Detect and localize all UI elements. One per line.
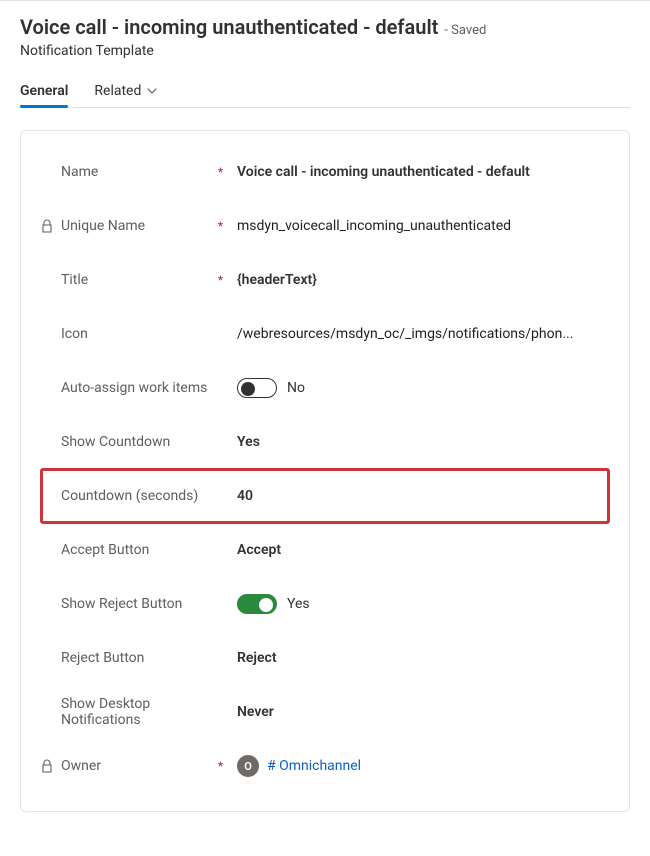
field-label: Name <box>61 164 210 180</box>
avatar: O <box>237 755 259 777</box>
field-value: msdyn_voicecall_incoming_unauthenticated <box>237 218 609 234</box>
field-name[interactable]: Name * Voice call - incoming unauthentic… <box>41 145 609 199</box>
tab-label: Related <box>94 83 141 99</box>
field-value: Yes <box>237 594 609 614</box>
required-indicator: * <box>218 273 223 287</box>
field-value: {headerText} <box>237 272 609 288</box>
toggle-label: No <box>287 380 305 396</box>
tab-related[interactable]: Related <box>94 79 157 107</box>
field-value: 40 <box>237 488 609 504</box>
chevron-down-icon <box>147 88 157 94</box>
tab-general[interactable]: General <box>20 79 68 107</box>
field-label: Title <box>61 272 210 288</box>
field-icon[interactable]: Icon /webresources/msdyn_oc/_imgs/notifi… <box>41 307 609 361</box>
required-indicator: * <box>218 165 223 179</box>
field-value: Yes <box>237 434 609 450</box>
toggle-label: Yes <box>287 596 310 612</box>
field-value: /webresources/msdyn_oc/_imgs/notificatio… <box>237 326 609 342</box>
field-label: Reject Button <box>61 650 223 666</box>
field-label: Owner <box>61 758 210 774</box>
tab-bar: General Related <box>20 79 630 108</box>
field-label: Accept Button <box>61 542 223 558</box>
owner-link[interactable]: # Omnichannel <box>267 758 361 774</box>
required-indicator: * <box>218 759 223 773</box>
field-auto-assign[interactable]: Auto-assign work items No <box>41 361 609 415</box>
toggle-auto-assign[interactable] <box>237 378 277 398</box>
field-accept-button[interactable]: Accept Button Accept <box>41 523 609 577</box>
page-header: Voice call - incoming unauthenticated - … <box>20 15 630 39</box>
field-label: Show Reject Button <box>61 596 223 612</box>
owner-chip[interactable]: O # Omnichannel <box>237 755 361 777</box>
toggle-show-reject[interactable] <box>237 594 277 614</box>
lock-icon <box>41 759 55 773</box>
field-value: Voice call - incoming unauthenticated - … <box>237 164 609 180</box>
field-value: Reject <box>237 650 609 666</box>
field-label: Countdown (seconds) <box>61 488 223 504</box>
page-subtitle: Notification Template <box>20 43 630 59</box>
field-value: Accept <box>237 542 609 558</box>
field-unique-name[interactable]: Unique Name * msdyn_voicecall_incoming_u… <box>41 199 609 253</box>
page-root: Voice call - incoming unauthenticated - … <box>0 0 650 830</box>
field-title[interactable]: Title * {headerText} <box>41 253 609 307</box>
field-value: Never <box>237 704 609 720</box>
field-label: Auto-assign work items <box>61 380 223 396</box>
field-show-reject[interactable]: Show Reject Button Yes <box>41 577 609 631</box>
saved-indicator: - Saved <box>444 23 486 38</box>
form-card: Name * Voice call - incoming unauthentic… <box>20 130 630 812</box>
lock-icon <box>41 219 55 233</box>
field-label: Icon <box>61 326 223 342</box>
page-title: Voice call - incoming unauthenticated - … <box>20 15 438 39</box>
field-reject-button[interactable]: Reject Button Reject <box>41 631 609 685</box>
tab-label: General <box>20 83 68 99</box>
field-label: Unique Name <box>61 218 210 234</box>
field-owner[interactable]: Owner * O # Omnichannel <box>41 739 609 793</box>
field-value: No <box>237 378 609 398</box>
required-indicator: * <box>218 219 223 233</box>
field-show-countdown[interactable]: Show Countdown Yes <box>41 415 609 469</box>
field-label: Show Desktop Notifications <box>61 696 223 728</box>
field-label: Show Countdown <box>61 434 223 450</box>
field-countdown-seconds[interactable]: Countdown (seconds) 40 <box>41 469 609 523</box>
field-value: O # Omnichannel <box>237 755 609 777</box>
field-show-desktop[interactable]: Show Desktop Notifications Never <box>41 685 609 739</box>
